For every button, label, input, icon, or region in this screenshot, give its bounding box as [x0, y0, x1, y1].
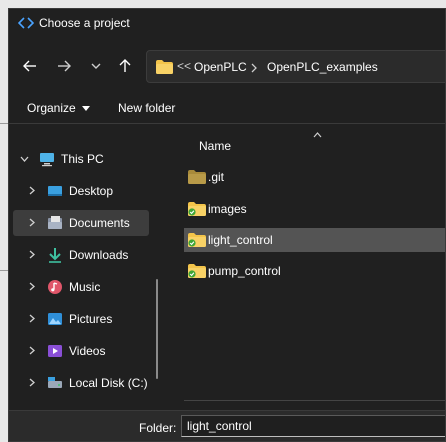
choose-project-dialog: Choose a project << OpenPLC OpenPLC_exam…	[8, 8, 446, 442]
pictures-icon	[48, 313, 62, 325]
chevron-down-icon	[91, 63, 101, 69]
downloads-icon	[49, 248, 61, 263]
navigation-pane: This PC Desktop Documents Downloads Musi…	[9, 132, 169, 410]
nav-label: Videos	[69, 344, 106, 358]
background-divider	[0, 270, 8, 271]
breadcrumb-openplc[interactable]: OpenPLC	[194, 60, 247, 74]
folder-synced-icon	[188, 202, 206, 216]
file-row-pump-control[interactable]: pump_control	[184, 259, 445, 283]
nav-label: Documents	[69, 216, 130, 230]
nav-item-this-pc[interactable]: This PC	[13, 146, 149, 172]
background-divider	[0, 123, 8, 124]
chevron-down-icon	[20, 156, 29, 162]
file-name: light_control	[208, 233, 273, 247]
nav-item-music[interactable]: Music	[13, 274, 149, 300]
chevron-right-icon	[29, 378, 35, 387]
folder-input[interactable]	[181, 415, 445, 437]
overflow-chevrons[interactable]: <<	[177, 59, 191, 73]
nav-label: Pictures	[69, 312, 113, 326]
recent-locations-button[interactable]	[85, 55, 107, 77]
desktop-icon	[48, 186, 62, 196]
file-list: Name .git images light_control pump_cont…	[184, 132, 445, 407]
nav-label: Music	[69, 280, 101, 294]
nav-item-documents[interactable]: Documents	[13, 210, 149, 236]
documents-icon	[48, 216, 62, 229]
organize-label: Organize	[27, 101, 76, 115]
folder-synced-icon	[188, 233, 206, 247]
arrow-left-icon	[23, 60, 36, 72]
file-name: .git	[208, 170, 225, 184]
folder-icon	[156, 60, 173, 74]
nav-item-local-disk[interactable]: Local Disk (C:)	[13, 370, 149, 396]
nav-item-downloads[interactable]: Downloads	[13, 242, 149, 268]
chevron-right-icon	[29, 346, 35, 355]
chevron-right-icon	[29, 282, 35, 291]
nav-label: Local Disk (C:)	[69, 376, 148, 390]
music-icon	[48, 280, 62, 294]
sort-up-icon	[313, 132, 322, 138]
folder-synced-icon	[188, 264, 206, 278]
computer-icon	[40, 153, 54, 167]
title-bar: Choose a project	[9, 9, 445, 39]
forward-button[interactable]	[53, 55, 75, 77]
column-header-name[interactable]: Name	[199, 139, 231, 153]
chevron-right-icon	[29, 314, 35, 323]
arrow-right-icon	[58, 60, 71, 72]
new-folder-button[interactable]: New folder	[118, 101, 175, 115]
file-row-light-control[interactable]: light_control	[184, 228, 445, 252]
chevron-right-icon	[29, 218, 35, 227]
file-name: pump_control	[208, 264, 281, 278]
nav-item-videos[interactable]: Videos	[13, 338, 149, 364]
window-title: Choose a project	[39, 16, 130, 30]
file-row-git[interactable]: .git	[184, 165, 445, 189]
command-bar: Organize New folder	[9, 93, 445, 124]
nav-item-pictures[interactable]: Pictures	[13, 306, 149, 332]
back-button[interactable]	[19, 55, 41, 77]
chevron-right-icon	[29, 250, 35, 259]
arrow-up-icon	[119, 59, 131, 72]
organize-button[interactable]: Organize	[27, 101, 90, 115]
nav-label: This PC	[61, 152, 104, 166]
nav-scrollbar[interactable]	[156, 279, 158, 379]
code-icon	[18, 17, 34, 29]
file-row-images[interactable]: images	[184, 197, 445, 221]
file-name: images	[208, 202, 247, 216]
chevron-right-icon	[251, 63, 257, 73]
breadcrumb-openplc-examples[interactable]: OpenPLC_examples	[267, 60, 378, 74]
nav-item-desktop[interactable]: Desktop	[13, 178, 149, 204]
folder-footer: Folder:	[9, 410, 445, 441]
address-row: << OpenPLC OpenPLC_examples	[9, 47, 445, 85]
caret-down-icon	[81, 106, 90, 112]
address-bar[interactable]: << OpenPLC OpenPLC_examples	[146, 50, 445, 83]
folder-icon	[188, 170, 206, 184]
chevron-right-icon	[29, 186, 35, 195]
nav-label: Downloads	[69, 248, 129, 262]
content-scroll-track[interactable]	[184, 400, 445, 401]
videos-icon	[48, 345, 62, 357]
disk-icon	[48, 377, 62, 388]
nav-label: Desktop	[69, 184, 114, 198]
up-button[interactable]	[114, 55, 136, 77]
folder-label: Folder:	[139, 421, 177, 435]
